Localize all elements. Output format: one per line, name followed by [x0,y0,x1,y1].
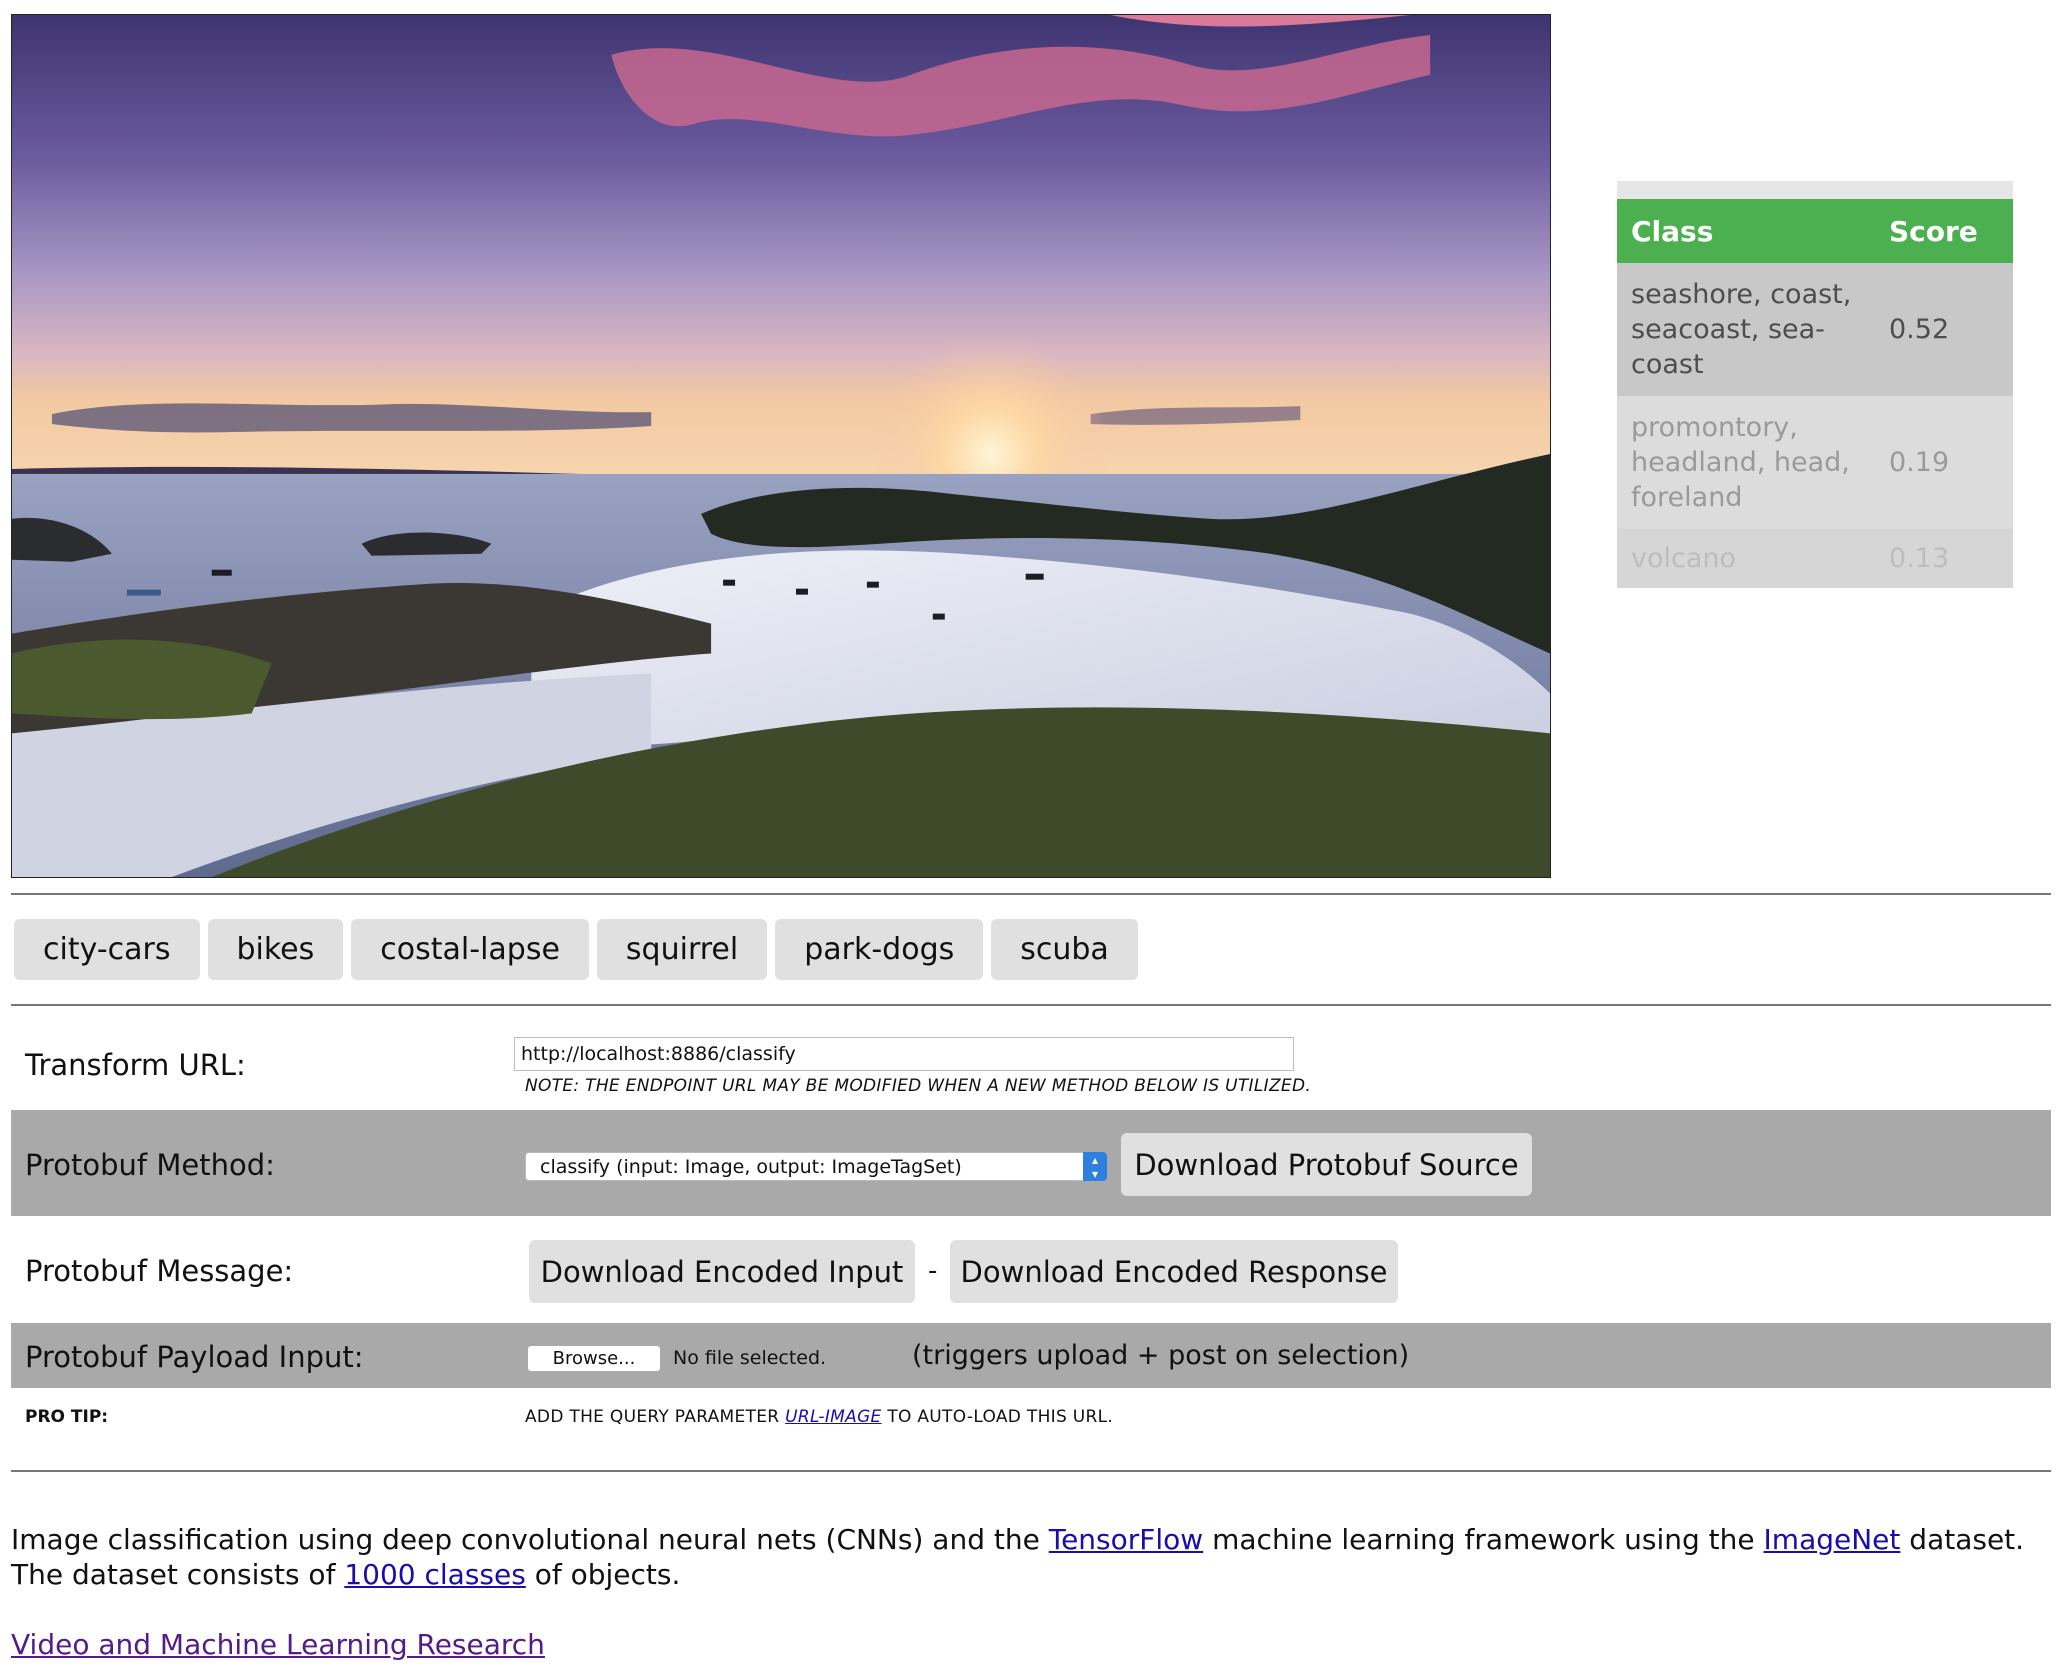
description-text: Image classification using deep convolut… [11,1523,1040,1556]
browse-file-button[interactable]: Browse... [527,1345,661,1372]
imagenet-link[interactable]: ImageNet [1764,1523,1901,1556]
table-row: seashore, coast, seacoast, sea-coast 0.5… [1617,263,2013,396]
download-encoded-response-button[interactable]: Download Encoded Response [950,1240,1398,1303]
table-header-row: Class Score [1617,199,2013,263]
preset-video-buttons: city-cars bikes costal-lapse squirrel pa… [14,919,1138,980]
preset-bikes-button[interactable]: bikes [207,919,344,980]
class-score: 0.19 [1875,396,2013,529]
pro-tip-before: ADD THE QUERY PARAMETER [525,1407,780,1427]
preset-scuba-button[interactable]: scuba [991,919,1138,980]
divider [11,1004,2051,1006]
download-encoded-input-button[interactable]: Download Encoded Input [529,1240,915,1303]
classes-link[interactable]: 1000 classes [344,1558,525,1591]
preset-costal-lapse-button[interactable]: costal-lapse [351,919,589,980]
protobuf-payload-label: Protobuf Payload Input: [25,1340,364,1374]
preset-park-dogs-button[interactable]: park-dogs [775,919,984,980]
table-row: volcano 0.13 [1617,529,2013,588]
table-row: promontory, headland, head, foreland 0.1… [1617,396,2013,529]
coastal-sunset-image [11,14,1551,878]
class-label: promontory, headland, head, foreland [1617,396,1875,529]
url-image-param-link[interactable]: URL-IMAGE [785,1407,881,1427]
description-paragraph: Image classification using deep convolut… [11,1522,2041,1592]
class-score: 0.13 [1875,529,2013,588]
divider [11,893,2051,895]
download-protobuf-source-button[interactable]: Download Protobuf Source [1121,1133,1532,1196]
class-label: volcano [1617,529,1875,588]
endpoint-note: NOTE: THE ENDPOINT URL MAY BE MODIFIED W… [525,1076,1312,1096]
description-text: machine learning framework using the [1212,1523,1755,1556]
research-footer-link[interactable]: Video and Machine Learning Research [11,1628,545,1661]
preset-city-cars-button[interactable]: city-cars [14,919,200,980]
select-arrows-icon: ▴ ▾ [1083,1152,1107,1181]
file-status-text: No file selected. [673,1347,827,1369]
tensorflow-link[interactable]: TensorFlow [1049,1523,1203,1556]
protobuf-message-label: Protobuf Message: [25,1254,294,1288]
class-column-header: Class [1617,199,1875,263]
protobuf-method-select[interactable]: classify (input: Image, output: ImageTag… [525,1152,1107,1181]
message-separator: - [928,1256,938,1286]
class-label: seashore, coast, seacoast, sea-coast [1617,263,1875,396]
pro-tip-text: ADD THE QUERY PARAMETER URL-IMAGE TO AUT… [525,1407,1113,1427]
protobuf-method-label: Protobuf Method: [25,1148,275,1182]
class-score: 0.52 [1875,263,2013,396]
divider [11,1470,2051,1472]
pro-tip-label: PRO TIP: [25,1407,109,1427]
pro-tip-after: TO AUTO-LOAD THIS URL. [887,1407,1114,1427]
description-text: of objects. [534,1558,681,1591]
score-column-header: Score [1875,199,2013,263]
preset-squirrel-button[interactable]: squirrel [596,919,768,980]
protobuf-method-selected: classify (input: Image, output: ImageTag… [540,1155,962,1178]
transform-url-input[interactable] [514,1037,1294,1071]
upload-hint: (triggers upload + post on selection) [912,1340,1410,1371]
transform-url-label: Transform URL: [25,1048,246,1082]
classification-table: Class Score seashore, coast, seacoast, s… [1617,199,2013,588]
classification-results-panel: Class Score seashore, coast, seacoast, s… [1617,181,2013,588]
